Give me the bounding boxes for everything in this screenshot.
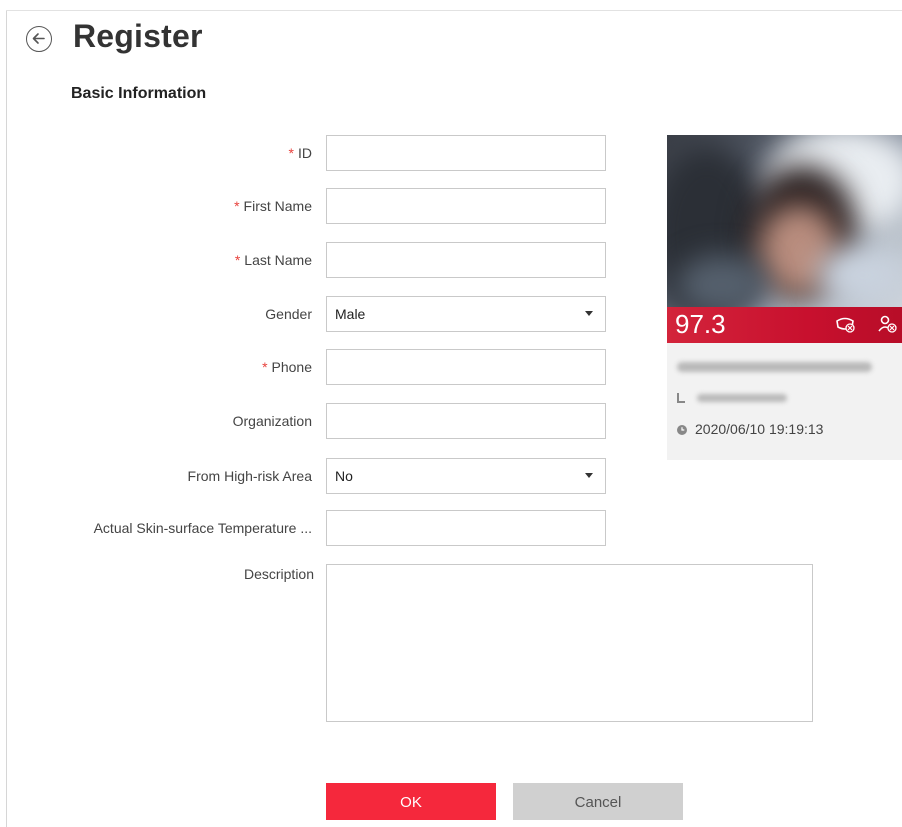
form-row-phone: * Phone (0, 349, 620, 387)
temperature-value: 97.3 (675, 309, 726, 339)
field-label-text: Last Name (244, 252, 312, 268)
camera-icon (677, 393, 685, 403)
device-name-blurred (696, 394, 787, 403)
field-label: From High-risk Area (184, 458, 312, 494)
description-textarea[interactable] (326, 564, 813, 722)
form-row-organization: Organization (0, 403, 620, 441)
field-label: * Last Name (235, 242, 312, 278)
phone-input[interactable] (326, 349, 606, 385)
field-label-text: First Name (243, 198, 312, 214)
form-row-skin-temperature: Actual Skin-surface Temperature ... (0, 510, 620, 548)
caret-down-icon (585, 311, 593, 316)
id-input[interactable] (326, 135, 606, 171)
ok-button[interactable]: OK (326, 783, 496, 820)
skin-temperature-input[interactable] (326, 510, 606, 546)
back-button[interactable] (26, 26, 52, 52)
field-label: * First Name (234, 188, 312, 224)
field-label-text: Phone (271, 359, 312, 375)
captured-face-image: 97.3 (667, 135, 902, 343)
temperature-alarm-bar: 97.3 (667, 307, 902, 343)
field-label-text: Actual Skin-surface Temperature ... (93, 520, 312, 536)
field-label: Actual Skin-surface Temperature ... (90, 510, 312, 546)
field-label: * ID (289, 135, 312, 171)
field-label-text: Gender (265, 306, 312, 322)
form-row-first-name: * First Name (0, 188, 620, 226)
capture-card: 97.3 2020/06/10 19:19:13 (667, 135, 902, 460)
required-marker: * (234, 198, 240, 214)
caret-down-icon (585, 473, 593, 478)
gender-select-value: Male (335, 306, 366, 322)
field-label-text: From High-risk Area (187, 468, 312, 484)
high-risk-area-select[interactable]: No (326, 458, 606, 494)
last-name-input[interactable] (326, 242, 606, 278)
description-label: Description (243, 566, 314, 582)
clock-icon (677, 425, 687, 435)
form-row-id: * ID (0, 135, 620, 173)
form-row-gender: Gender Male (0, 296, 620, 334)
form-row-high-risk-area: From High-risk Area No (0, 458, 620, 496)
page-title: Register (73, 18, 203, 54)
first-name-input[interactable] (326, 188, 606, 224)
capture-timestamp: 2020/06/10 19:19:13 (695, 421, 824, 437)
organization-input[interactable] (326, 403, 606, 439)
gender-select[interactable]: Male (326, 296, 606, 332)
arrow-left-icon (32, 33, 45, 44)
camera-name-blurred (677, 362, 872, 372)
section-title: Basic Information (71, 85, 207, 102)
timestamp-row: 2020/06/10 19:19:13 (677, 421, 823, 437)
no-mask-icon (836, 317, 855, 333)
required-marker: * (288, 145, 294, 161)
unauthorized-person-icon (878, 315, 897, 333)
high-risk-area-select-value: No (335, 468, 353, 484)
camera-row (677, 389, 787, 405)
form-row-last-name: * Last Name (0, 242, 620, 280)
required-marker: * (234, 252, 241, 268)
cancel-button[interactable]: Cancel (513, 783, 683, 820)
field-label: * Phone (262, 349, 312, 385)
field-label-text: Organization (232, 413, 312, 429)
field-label-text: ID (298, 145, 312, 161)
page-frame-top (6, 10, 902, 11)
field-label: Organization (229, 403, 312, 439)
field-label: Gender (261, 296, 312, 332)
required-marker: * (262, 359, 268, 375)
